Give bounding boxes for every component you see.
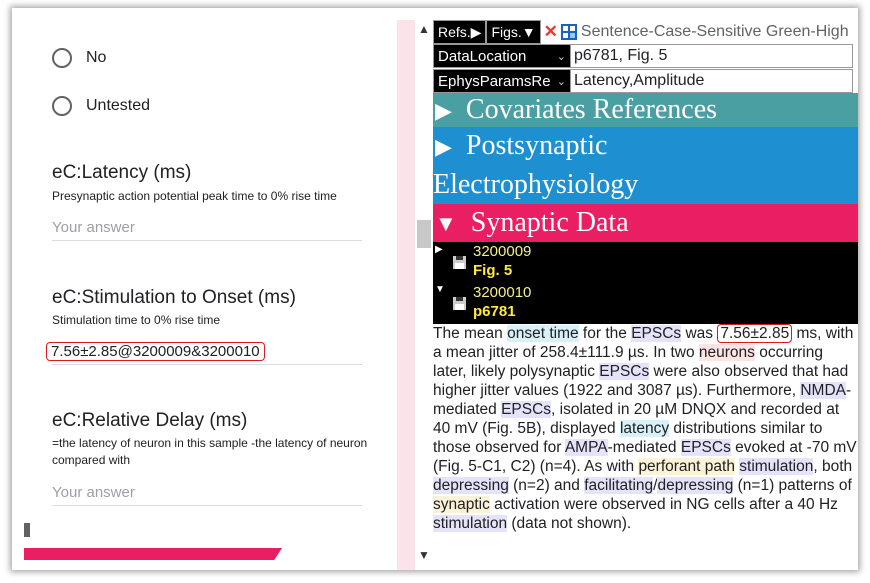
close-icon[interactable]: ✕ [541, 20, 561, 44]
data-tree: ▶ 3200009 Fig. 5 ▼ 3200010 p6781 [433, 242, 858, 324]
radio-label: No [86, 49, 107, 66]
text-segment: activation were observed in NG cells aft… [489, 496, 838, 513]
highlighted-term[interactable]: facilitating [584, 477, 654, 494]
section-header-synaptic-data[interactable]: ▼ Synaptic Data [433, 204, 858, 242]
section-label: Covariates References [465, 94, 718, 125]
question-help: Stimulation time to 0% rise time [52, 313, 221, 327]
select-value: DataLocation [438, 47, 527, 65]
highlighted-term[interactable]: synaptic [433, 496, 490, 513]
close-glyph: ✕ [543, 22, 558, 41]
radio-option-untested[interactable]: Untested [52, 96, 150, 116]
text-segment: was [681, 325, 718, 342]
highlighted-term[interactable]: AMPA [564, 439, 608, 456]
scroll-handle[interactable] [24, 523, 30, 537]
tree-item-id[interactable]: 3200010 [473, 284, 531, 301]
expand-arrow-icon: ▶ [435, 134, 452, 159]
search-filter-text[interactable]: Sentence-Case-Sensitive Green-High [577, 20, 849, 44]
highlighted-term[interactable]: stimulation [739, 458, 814, 475]
highlighted-term[interactable]: stimulation [433, 515, 508, 532]
figs-label: Figs.▼ [491, 24, 536, 40]
question-title: eC:Latency (ms) [52, 162, 192, 183]
section-header-postsynaptic[interactable]: ▶ Postsynaptic Electrophysiology [433, 127, 858, 204]
answer-input[interactable]: Your answer [52, 484, 362, 506]
question-help: =the latency of neuron in this sample -t… [52, 436, 368, 467]
panel-divider [397, 20, 415, 570]
toolbar: Refs.▶ Figs.▼ ✕ Sentence-Case-Sensitive … [433, 20, 849, 44]
collapse-arrow-icon: ▼ [435, 211, 457, 236]
radio-circle-icon[interactable] [52, 96, 72, 116]
highlighted-term[interactable]: perforant path [638, 458, 735, 475]
refs-toggle[interactable]: Refs.▶ [433, 20, 487, 44]
grid-icon[interactable] [560, 20, 577, 44]
section-header-covariates[interactable]: ▶ Covariates References [433, 93, 858, 127]
text-segment: (data not shown). [507, 515, 632, 532]
field-row: EphysParamsRe ⌄ Latency,Amplitude [433, 69, 853, 93]
section-label: Synaptic Data [470, 207, 629, 238]
screenshot-frame: No Untested eC:Latency (ms) Presynaptic … [12, 8, 858, 570]
highlighted-term[interactable]: EPSCs [599, 363, 650, 380]
section-accent-bar [24, 548, 282, 560]
highlighted-term[interactable]: depressing [433, 477, 509, 494]
answer-input[interactable]: Your answer [52, 219, 362, 241]
answer-input[interactable]: 7.56±2.85@3200009&3200010 [46, 342, 362, 365]
highlighted-term[interactable]: depressing [657, 477, 734, 494]
select-value: EphysParamsRe [438, 72, 551, 90]
field-select[interactable]: EphysParamsRe ⌄ [433, 69, 571, 93]
question-title: eC:Relative Delay (ms) [52, 410, 248, 431]
highlighted-term[interactable]: latency [619, 420, 670, 437]
figs-toggle[interactable]: Figs.▼ [486, 20, 541, 44]
tree-item-id[interactable]: 3200009 [473, 243, 531, 260]
annotation-panel: Refs.▶ Figs.▼ ✕ Sentence-Case-Sensitive … [433, 20, 858, 570]
save-icon[interactable] [453, 256, 466, 274]
save-icon[interactable] [453, 297, 466, 315]
collapse-arrow-icon[interactable]: ▼ [435, 284, 445, 295]
field-value-input[interactable]: Latency,Amplitude [571, 69, 853, 93]
chevron-down-icon: ⌄ [556, 75, 566, 88]
scroll-down-icon[interactable]: ▼ [418, 548, 430, 562]
text-segment: for the [578, 325, 632, 342]
highlighted-term[interactable]: EPSCs [631, 325, 682, 342]
expand-arrow-icon: ▶ [435, 98, 452, 123]
tree-item-sub[interactable]: p6781 [473, 303, 516, 320]
highlighted-term[interactable]: EPSCs [680, 439, 731, 456]
section-label: Electrophysiology [433, 169, 639, 200]
text-segment: , both [813, 458, 853, 475]
text-segment: -mediated [607, 439, 681, 456]
expand-arrow-icon[interactable]: ▶ [435, 244, 443, 255]
highlighted-term[interactable]: neurons [698, 344, 755, 361]
field-select[interactable]: DataLocation ⌄ [433, 44, 571, 68]
text-segment: (n=1) patterns of [733, 477, 852, 494]
scroll-up-icon[interactable]: ▲ [418, 22, 430, 36]
section-label: Postsynaptic [465, 130, 608, 161]
field-row: DataLocation ⌄ p6781, Fig. 5 [433, 44, 853, 68]
question-help: Presynaptic action potential peak time t… [52, 189, 337, 203]
highlighted-term[interactable]: NMDA [800, 382, 846, 399]
refs-label: Refs.▶ [438, 23, 482, 40]
answer-value: 7.56±2.85@3200009&3200010 [46, 342, 265, 361]
radio-label: Untested [86, 97, 151, 114]
radio-option-no[interactable]: No [52, 48, 106, 68]
highlighted-term[interactable]: onset time [507, 325, 579, 342]
highlighted-term[interactable]: EPSCs [501, 401, 552, 418]
question-title: eC:Stimulation to Onset (ms) [52, 287, 296, 308]
highlighted-value: 7.56±2.85 [717, 324, 793, 343]
radio-circle-icon[interactable] [52, 48, 72, 68]
chevron-down-icon: ⌄ [556, 50, 566, 63]
form-panel: No Untested eC:Latency (ms) Presynaptic … [12, 8, 395, 570]
scrollbar-thumb[interactable] [417, 220, 431, 248]
field-value-input[interactable]: p6781, Fig. 5 [571, 44, 853, 68]
text-segment: The mean [433, 325, 508, 342]
paper-excerpt: The mean onset time for the EPSCs was 7.… [433, 324, 858, 533]
tree-item-sub[interactable]: Fig. 5 [473, 262, 512, 279]
text-segment: (n=2) and [508, 477, 585, 494]
